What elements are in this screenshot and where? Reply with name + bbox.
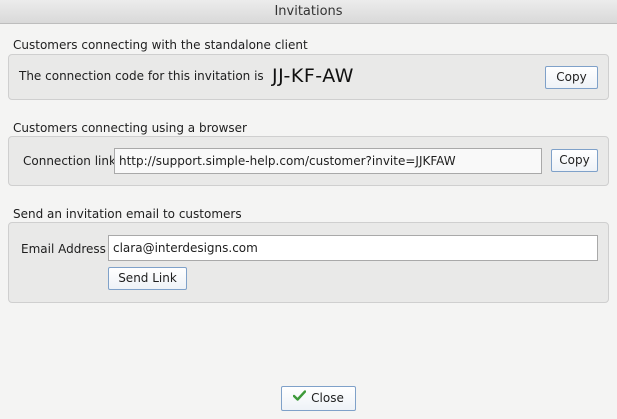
email-address-label: Email Address (21, 242, 106, 256)
connection-code-description: The connection code for this invitation … (19, 69, 264, 83)
close-button-label: Close (311, 391, 344, 405)
copy-link-button[interactable]: Copy (551, 149, 598, 172)
connection-link-field[interactable] (114, 148, 542, 174)
email-panel: Email Address Send Link (8, 222, 609, 303)
standalone-section-label: Customers connecting with the standalone… (13, 38, 308, 52)
connection-code: JJ-KF-AW (272, 65, 354, 87)
browser-section-label: Customers connecting using a browser (13, 121, 247, 135)
connection-link-label: Connection link (23, 154, 116, 168)
window-title-bar: Invitations (0, 0, 617, 24)
email-section-label: Send an invitation email to customers (13, 207, 242, 221)
email-address-input[interactable] (108, 235, 598, 261)
close-button[interactable]: Close (281, 386, 356, 411)
send-link-button[interactable]: Send Link (108, 267, 187, 290)
window-title: Invitations (274, 4, 343, 19)
browser-panel: Connection link Copy (8, 136, 609, 186)
copy-code-button[interactable]: Copy (545, 66, 598, 89)
checkmark-icon (292, 386, 307, 409)
standalone-panel: The connection code for this invitation … (8, 54, 609, 100)
